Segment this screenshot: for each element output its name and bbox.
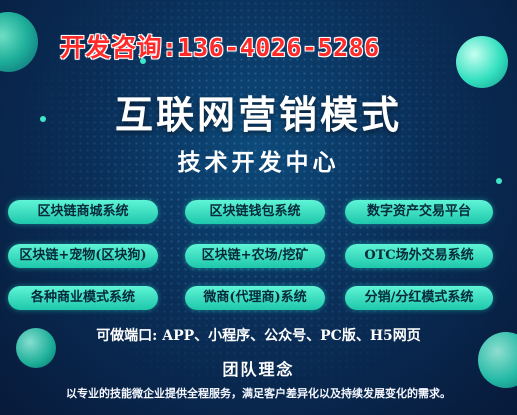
module-pill: 各种商业模式系统	[8, 286, 158, 310]
terminals-line: 可做端口: APP、小程序、公众号、PC版、H5网页	[96, 328, 421, 344]
module-pill: 数字资产交易平台	[345, 200, 493, 224]
module-pill: 区块链+农场/挖矿	[185, 244, 325, 268]
module-pill: 分销/分红模式系统	[345, 286, 493, 310]
dot-decoration	[496, 178, 502, 184]
team-title: 团队理念	[222, 360, 295, 379]
module-pill: 区块链钱包系统	[185, 200, 325, 224]
module-pill: 区块链商城系统	[8, 200, 158, 224]
mission-statement: 以专业的技能微企业提供全程服务，满足客户差异化以及持续发展变化的需求。	[66, 387, 451, 400]
module-pill: OTC场外交易系统	[345, 244, 493, 268]
page-title: 互联网营销模式	[114, 93, 402, 137]
page-subtitle: 技术开发中心	[177, 150, 340, 176]
module-pill: 区块链+宠物(区块狗)	[8, 244, 158, 268]
module-pill: 微商(代理商)系统	[185, 286, 325, 310]
contact-phone: 开发咨询:136-4026-5286	[60, 33, 380, 62]
poster: 开发咨询:136-4026-5286 互联网营销模式 技术开发中心 区块链商城系…	[0, 0, 517, 415]
